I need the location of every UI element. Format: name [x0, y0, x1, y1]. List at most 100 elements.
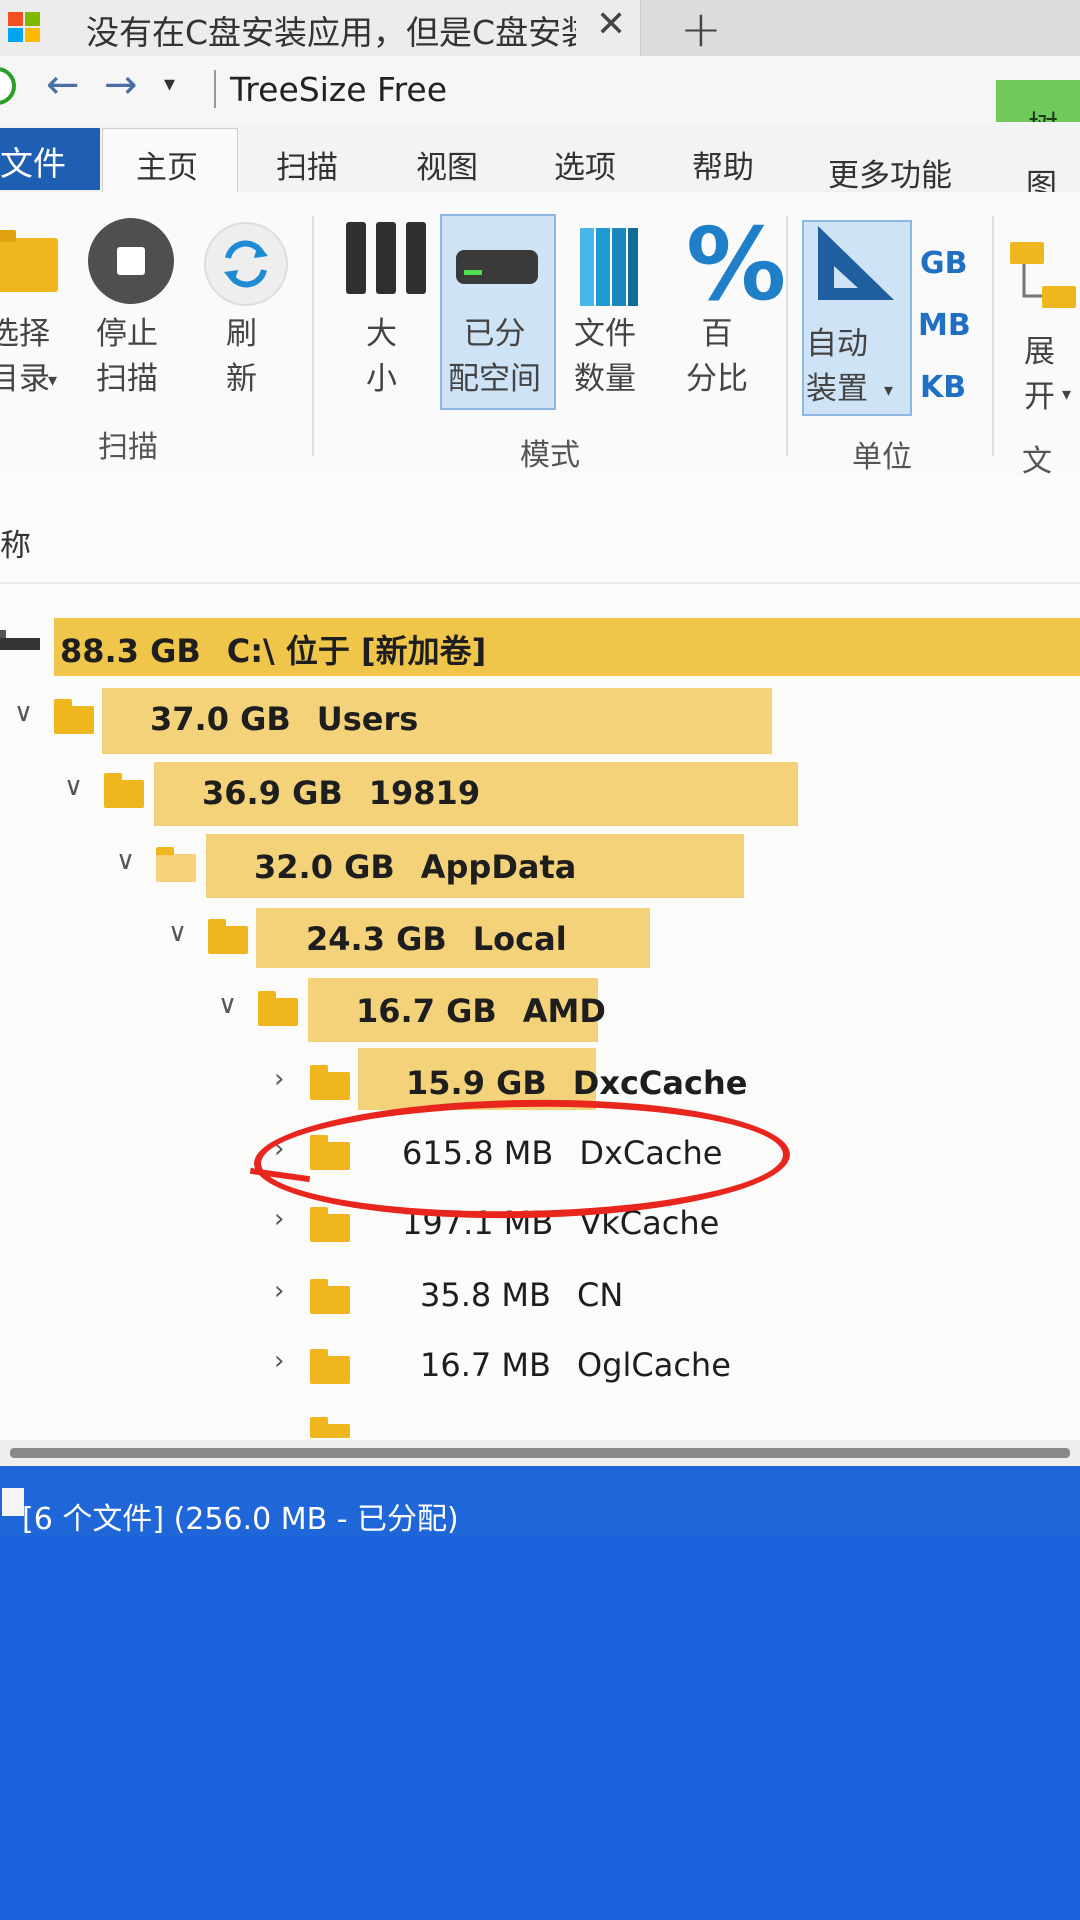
- row-size: 36.9 GB: [202, 774, 343, 812]
- tree-row[interactable]: 16.7 MB OglCache: [420, 1346, 731, 1384]
- file-stack-icon[interactable]: [580, 228, 640, 306]
- drive-icon: [0, 630, 40, 650]
- file-icon: [2, 1488, 24, 1516]
- row-size: 16.7 GB: [356, 992, 497, 1030]
- size-mode-label[interactable]: 大 小: [366, 312, 397, 402]
- group-label-unit: 单位: [852, 440, 912, 475]
- chevron-right-icon[interactable]: ›: [274, 1064, 284, 1094]
- back-arrow-icon[interactable]: ←: [46, 62, 80, 108]
- ribbon-group-separator: [312, 216, 314, 456]
- folder-icon: [54, 699, 94, 734]
- folder-icon: [310, 1349, 350, 1384]
- ribbon-group-separator: [786, 216, 788, 456]
- chevron-down-icon[interactable]: ∨: [64, 772, 83, 802]
- menu-tab-scan[interactable]: 扫描: [276, 142, 338, 187]
- app-title: TreeSize Free: [230, 70, 448, 109]
- folder-icon: [208, 919, 248, 954]
- chevron-right-icon[interactable]: ›: [274, 1276, 284, 1306]
- select-dir-label[interactable]: 选择 目录: [0, 312, 50, 402]
- row-size: 88.3 GB: [60, 632, 201, 670]
- allocated-space-label: 已分 配空间: [448, 316, 541, 397]
- unit-gb-button[interactable]: GB: [920, 246, 968, 281]
- auto-unit-label: 自动 装置: [806, 326, 868, 407]
- history-dropdown-icon[interactable]: ▾: [164, 72, 175, 97]
- folder-icon: [310, 1207, 350, 1242]
- tree-row[interactable]: 35.8 MB CN: [420, 1276, 623, 1314]
- row-name: OglCache: [576, 1346, 731, 1384]
- row-name: AppData: [420, 848, 577, 886]
- forward-arrow-icon[interactable]: →: [104, 62, 138, 108]
- percent-label[interactable]: 百 分比: [686, 312, 748, 402]
- folder-icon: [310, 1065, 350, 1100]
- column-header-separator: [0, 582, 1080, 584]
- new-tab-button[interactable]: +: [680, 0, 722, 58]
- windows-logo-icon: [8, 12, 42, 44]
- tree-row-drive[interactable]: 88.3 GB C:\ 位于 [新加卷]: [60, 626, 486, 672]
- stop-icon[interactable]: [88, 218, 174, 304]
- folder-icon: [310, 1279, 350, 1314]
- row-name: Users: [316, 700, 419, 738]
- title-bar: [0, 56, 1080, 122]
- folder-select-icon[interactable]: [0, 230, 58, 292]
- desktop-background: [0, 1536, 1080, 1920]
- stop-scan-label[interactable]: 停止 扫描: [96, 312, 158, 402]
- horizontal-scrollbar[interactable]: [10, 1448, 1070, 1458]
- row-name: Local: [472, 920, 567, 958]
- chevron-down-icon[interactable]: ∨: [168, 918, 187, 948]
- menu-tab-options[interactable]: 选项: [554, 142, 616, 187]
- tab-close-icon[interactable]: ✕: [596, 4, 626, 45]
- group-label-scan: 扫描: [98, 430, 158, 465]
- refresh-label[interactable]: 刷 新: [226, 312, 257, 402]
- row-name: 19819: [368, 774, 481, 812]
- unit-kb-button[interactable]: KB: [920, 370, 966, 405]
- column-header-name[interactable]: 称: [0, 520, 31, 565]
- menu-tab-more[interactable]: 更多功能: [828, 150, 952, 195]
- tree-row[interactable]: 24.3 GB Local: [306, 920, 567, 958]
- expand-label[interactable]: 展 开: [1024, 330, 1055, 420]
- folder-icon: [310, 1417, 350, 1438]
- chevron-down-icon[interactable]: ∨: [116, 846, 135, 876]
- chevron-right-icon[interactable]: ›: [274, 1346, 284, 1376]
- auto-unit-dropdown-icon[interactable]: ▾: [884, 380, 893, 401]
- folder-icon: [258, 991, 298, 1026]
- row-name: CN: [576, 1276, 624, 1314]
- set-square-icon: [818, 226, 894, 300]
- row-name: AMD: [522, 992, 606, 1030]
- menu-tab-home-label: 主页: [136, 150, 198, 186]
- row-size: 37.0 GB: [150, 700, 291, 738]
- chevron-right-icon[interactable]: ›: [274, 1204, 284, 1234]
- chevron-down-icon[interactable]: ∨: [218, 990, 237, 1020]
- tree-row[interactable]: 16.7 GB AMD: [356, 992, 606, 1030]
- folder-icon: [156, 847, 196, 882]
- menu-tab-file-label: 文件: [0, 144, 66, 183]
- row-size: 24.3 GB: [306, 920, 447, 958]
- expand-tree-icon[interactable]: [1006, 240, 1080, 316]
- percent-icon[interactable]: %: [686, 206, 786, 323]
- tree-row[interactable]: 15.9 GB DxcCache: [406, 1064, 747, 1102]
- row-size: 16.7 MB: [420, 1346, 551, 1384]
- tree-row[interactable]: 36.9 GB 19819: [202, 774, 480, 812]
- menu-tab-view[interactable]: 视图: [416, 142, 478, 187]
- title-separator: [214, 70, 216, 108]
- select-dir-dropdown-icon[interactable]: ▾: [48, 370, 57, 391]
- file-count-label[interactable]: 文件 数量: [574, 312, 636, 402]
- row-name: DxcCache: [572, 1064, 748, 1102]
- refresh-icon[interactable]: [204, 222, 288, 306]
- group-label-mode: 模式: [520, 438, 580, 473]
- browser-tab-title: 没有在C盘安装应用，但是C盘安装: [86, 13, 576, 52]
- hard-drive-icon: [456, 250, 538, 284]
- folder-icon: [104, 773, 144, 808]
- row-size: 32.0 GB: [254, 848, 395, 886]
- status-text: [6 个文件] (256.0 MB - 已分配): [22, 1502, 459, 1537]
- chevron-down-icon[interactable]: ∨: [14, 698, 33, 728]
- tree-row[interactable]: 37.0 GB Users: [150, 700, 418, 738]
- expand-dropdown-icon[interactable]: ▾: [1062, 384, 1071, 405]
- size-bars-icon[interactable]: [346, 222, 426, 294]
- row-size: 15.9 GB: [406, 1064, 547, 1102]
- row-size: 35.8 MB: [420, 1276, 551, 1314]
- unit-mb-button[interactable]: MB: [918, 308, 971, 343]
- menu-tab-help[interactable]: 帮助: [692, 142, 754, 187]
- tree-row[interactable]: 32.0 GB AppData: [254, 848, 576, 886]
- row-name: C:\ 位于 [新加卷]: [226, 632, 487, 670]
- ribbon-group-separator: [992, 216, 994, 456]
